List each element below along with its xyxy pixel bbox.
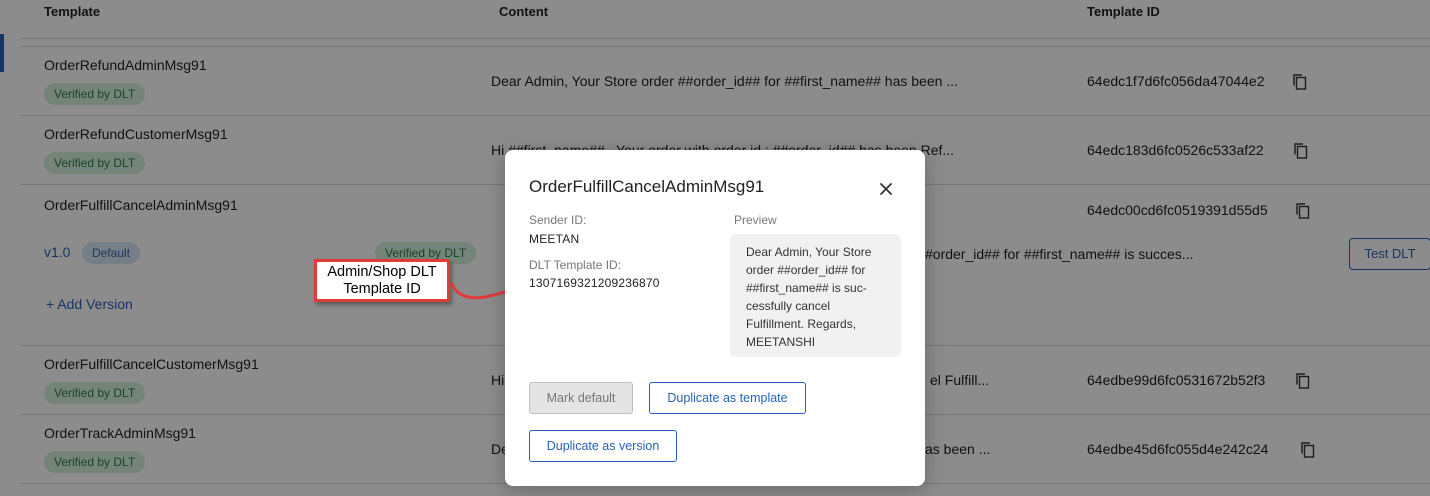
annotation-callout: Admin/Shop DLT Template ID (314, 259, 450, 302)
annotation-line-2: Template ID (343, 281, 421, 297)
duplicate-as-version-button[interactable]: Duplicate as version (529, 430, 677, 462)
preview-line: ##first_name## is suc- (746, 281, 867, 295)
preview-line: cessfully cancel (746, 299, 831, 313)
mark-default-button[interactable]: Mark default (529, 382, 633, 414)
dlt-template-id-label: DLT Template ID: (529, 258, 622, 272)
preview-box: Dear Admin, Your Store order ##order_id#… (730, 234, 901, 357)
sender-id-value: MEETAN (529, 232, 580, 246)
preview-line: order ##order_id## for (746, 263, 866, 277)
annotation-line-1: Admin/Shop DLT (327, 264, 437, 280)
preview-line: Dear Admin, Your Store (746, 245, 872, 259)
dlt-template-id-value: 1307169321209236870 (529, 276, 660, 290)
modal-title: OrderFulfillCancelAdminMsg91 (529, 177, 765, 196)
preview-label: Preview (734, 213, 777, 227)
preview-line: Fulfillment. Regards, (746, 317, 857, 331)
sender-id-label: Sender ID: (529, 213, 587, 227)
close-icon[interactable] (877, 180, 895, 198)
preview-line: MEETANSHI (746, 335, 816, 349)
template-details-modal: OrderFulfillCancelAdminMsg91 Sender ID: … (505, 150, 925, 486)
duplicate-as-template-button[interactable]: Duplicate as template (649, 382, 806, 414)
